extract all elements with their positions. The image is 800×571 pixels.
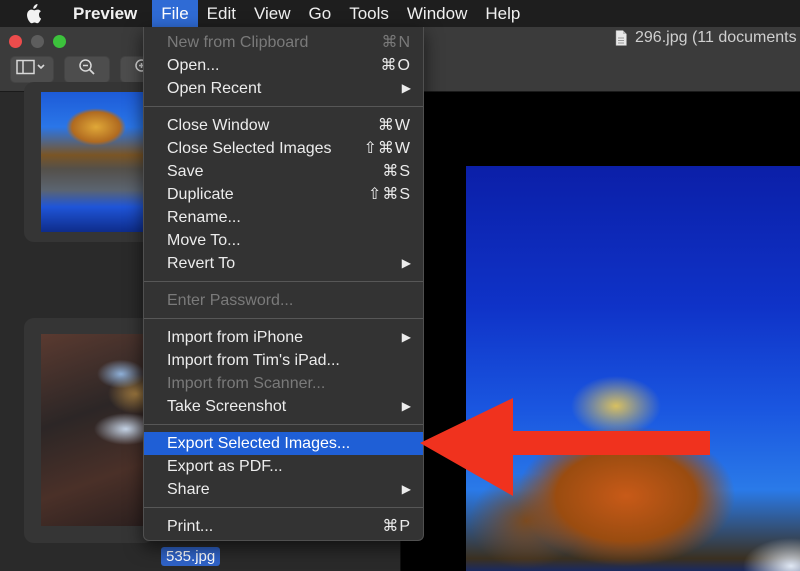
annotation-arrow-icon xyxy=(420,398,710,496)
menu-item-label: Open... xyxy=(167,57,220,74)
menu-item-print[interactable]: Print... ⌘P xyxy=(144,515,423,538)
menu-item-shortcut: ⌘S xyxy=(382,163,411,180)
menu-separator xyxy=(144,281,423,282)
menu-item-revert-to[interactable]: Revert To ▶ xyxy=(144,252,423,275)
sidebar-toggle-icon xyxy=(16,59,48,80)
minimize-window-button[interactable] xyxy=(31,35,44,48)
menu-item-rename[interactable]: Rename... xyxy=(144,206,423,229)
menu-item-label: Import from Tim's iPad... xyxy=(167,352,340,369)
menu-tools[interactable]: Tools xyxy=(340,0,398,27)
document-icon xyxy=(615,30,627,46)
menu-item-close-window[interactable]: Close Window ⌘W xyxy=(144,114,423,137)
menu-item-shortcut: ⇧⌘W xyxy=(363,140,411,157)
menu-separator xyxy=(144,318,423,319)
apple-menu-icon[interactable] xyxy=(24,3,46,24)
menu-item-shortcut: ⌘W xyxy=(377,117,411,134)
menu-item-label: Share xyxy=(167,481,210,498)
menu-bar: Preview File Edit View Go Tools Window H… xyxy=(0,0,800,27)
menu-edit[interactable]: Edit xyxy=(198,0,245,27)
menu-item-enter-password: Enter Password... xyxy=(144,289,423,312)
menu-item-import-from-scanner: Import from Scanner... xyxy=(144,372,423,395)
menu-item-shortcut: ⌘O xyxy=(380,57,411,74)
window-title-text: 296.jpg (11 documents xyxy=(635,29,797,46)
menu-item-shortcut: ⌘P xyxy=(382,518,411,535)
fullscreen-window-button[interactable] xyxy=(53,35,66,48)
menu-item-share[interactable]: Share ▶ xyxy=(144,478,423,501)
menu-item-shortcut: ⇧⌘S xyxy=(367,186,411,203)
close-window-button[interactable] xyxy=(9,35,22,48)
menu-separator xyxy=(144,424,423,425)
window-title: 296.jpg (11 documents xyxy=(615,29,797,47)
zoom-out-icon xyxy=(78,58,96,81)
menu-separator xyxy=(144,507,423,508)
zoom-out-button[interactable] xyxy=(64,56,110,83)
menu-item-export-selected-images[interactable]: Export Selected Images... xyxy=(144,432,423,455)
menu-item-label: Rename... xyxy=(167,209,241,226)
main-image-rock-coast xyxy=(466,166,800,571)
menu-item-duplicate[interactable]: Duplicate ⇧⌘S xyxy=(144,183,423,206)
menu-item-label: Take Screenshot xyxy=(167,398,287,415)
menu-go[interactable]: Go xyxy=(300,0,341,27)
file-menu-dropdown: New from Clipboard ⌘N Open... ⌘O Open Recent… xyxy=(143,27,424,541)
menu-item-label: Print... xyxy=(167,518,214,535)
menu-window[interactable]: Window xyxy=(398,0,476,27)
menu-item-label: Revert To xyxy=(167,255,236,272)
menu-item-save[interactable]: Save ⌘S xyxy=(144,160,423,183)
menu-item-export-as-pdf[interactable]: Export as PDF... xyxy=(144,455,423,478)
menu-item-move-to[interactable]: Move To... xyxy=(144,229,423,252)
menu-item-import-from-iphone[interactable]: Import from iPhone ▶ xyxy=(144,326,423,349)
menu-file[interactable]: File xyxy=(152,0,198,27)
menu-item-open[interactable]: Open... ⌘O xyxy=(144,54,423,77)
image-viewer xyxy=(401,92,800,571)
menu-item-label: New from Clipboard xyxy=(167,34,309,51)
menu-item-new-from-clipboard: New from Clipboard ⌘N xyxy=(144,31,423,54)
thumbnail-filename-label[interactable]: 535.jpg xyxy=(161,547,221,566)
menu-item-label: Close Window xyxy=(167,117,270,134)
menu-item-take-screenshot[interactable]: Take Screenshot ▶ xyxy=(144,395,423,418)
menu-item-shortcut: ⌘N xyxy=(381,34,411,51)
menu-item-import-from-tim-s-ipad[interactable]: Import from Tim's iPad... xyxy=(144,349,423,372)
menu-item-label: Duplicate xyxy=(167,186,234,203)
menu-item-label: Export as PDF... xyxy=(167,458,283,475)
menu-item-label: Import from iPhone xyxy=(167,329,304,346)
menu-app-preview[interactable]: Preview xyxy=(64,0,146,27)
menu-item-label: Import from Scanner... xyxy=(167,375,326,392)
menu-view[interactable]: View xyxy=(245,0,300,27)
thumbnail-card-selected[interactable] xyxy=(24,318,166,543)
submenu-arrow-icon: ▶ xyxy=(401,256,411,270)
menu-separator xyxy=(144,106,423,107)
thumbnail-card[interactable] xyxy=(24,82,166,242)
menu-item-open-recent[interactable]: Open Recent ▶ xyxy=(144,77,423,100)
menu-item-close-selected-images[interactable]: Close Selected Images ⇧⌘W xyxy=(144,137,423,160)
menu-item-label: Close Selected Images xyxy=(167,140,332,157)
menu-item-label: Enter Password... xyxy=(167,292,294,309)
window-controls xyxy=(9,35,66,48)
submenu-arrow-icon: ▶ xyxy=(401,81,411,95)
menu-item-label: Move To... xyxy=(167,232,241,249)
submenu-arrow-icon: ▶ xyxy=(401,330,411,344)
menu-help[interactable]: Help xyxy=(476,0,529,27)
sidebar-toggle-button[interactable] xyxy=(10,56,54,83)
menu-item-label: Export Selected Images... xyxy=(167,435,351,452)
submenu-arrow-icon: ▶ xyxy=(401,482,411,496)
submenu-arrow-icon: ▶ xyxy=(401,399,411,413)
menu-item-label: Save xyxy=(167,163,204,180)
menu-item-label: Open Recent xyxy=(167,80,262,97)
